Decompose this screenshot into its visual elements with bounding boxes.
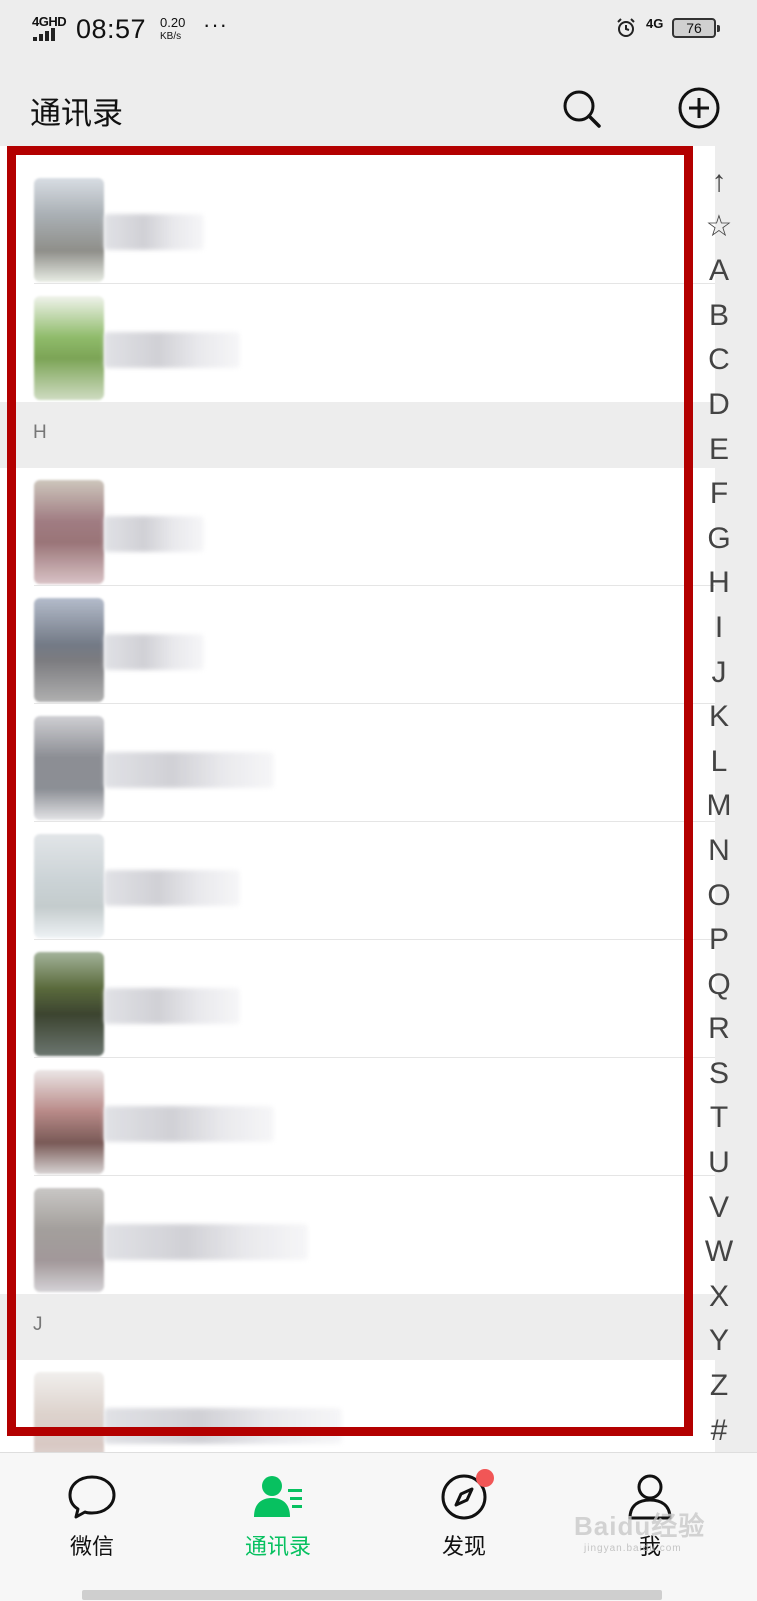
contact-row[interactable] (0, 586, 715, 704)
index-letter[interactable]: R (708, 1007, 730, 1052)
index-letter[interactable]: L (711, 740, 728, 785)
top-bar: 通讯录 (0, 60, 757, 146)
contacts-icon (254, 1476, 302, 1517)
tab-discover[interactable]: 发现 (404, 1469, 524, 1561)
more-notifications-icon: ··· (203, 12, 228, 37)
index-letter[interactable]: P (709, 918, 729, 963)
battery-icon: 76 (672, 18, 720, 38)
section-header: H (0, 402, 715, 468)
tab-contacts[interactable]: 通讯录 (218, 1471, 338, 1561)
index-letter[interactable]: A (709, 249, 729, 294)
section-header: J (0, 1294, 715, 1360)
avatar (34, 952, 104, 1056)
blurred-contact-name (104, 1408, 342, 1444)
contact-row[interactable] (0, 1176, 715, 1294)
index-letter[interactable]: Q (707, 963, 730, 1008)
signal-icon (33, 28, 55, 41)
index-letter[interactable]: ☆ (706, 205, 733, 250)
clock: 08:57 (76, 14, 147, 44)
avatar (34, 716, 104, 820)
avatar (34, 296, 104, 400)
watermark-brand: Baidu经验 (574, 1511, 706, 1541)
search-icon[interactable] (560, 87, 604, 131)
tab-chats[interactable]: 微信 (32, 1471, 152, 1561)
index-letter[interactable]: U (708, 1141, 730, 1186)
avatar (34, 834, 104, 938)
blurred-contact-name (104, 1106, 274, 1142)
blurred-contact-name (104, 516, 204, 552)
blurred-contact-name (104, 214, 204, 250)
contact-row[interactable] (0, 1058, 715, 1176)
alphabet-index[interactable]: ↑ ☆ A B C D E F G H I J K L M N O P Q R S T U V W X Y Z # (698, 160, 740, 1453)
blurred-contact-name (104, 870, 240, 906)
chat-bubble-icon (68, 1475, 116, 1519)
index-letter[interactable]: C (708, 338, 730, 383)
watermark-url: jingyan.baidu.com (584, 1543, 682, 1554)
notification-dot (476, 1469, 494, 1487)
index-letter[interactable]: E (709, 428, 729, 473)
contact-row[interactable] (0, 166, 715, 284)
blurred-contact-name (104, 1224, 308, 1260)
tab-label: 发现 (441, 1534, 486, 1559)
index-letter[interactable]: H (708, 561, 730, 606)
index-letter[interactable]: G (707, 517, 730, 562)
index-letter[interactable]: B (709, 294, 729, 339)
watermark: Baidu经验 jingyan.baidu.com (574, 1506, 705, 1554)
network-indicator-right: 4G (646, 16, 664, 31)
index-letter[interactable]: T (710, 1096, 728, 1141)
avatar (34, 178, 104, 282)
index-letter[interactable]: V (709, 1186, 729, 1231)
index-letter[interactable]: X (709, 1275, 729, 1320)
avatar (34, 1188, 104, 1292)
index-letter[interactable]: Y (709, 1319, 729, 1364)
index-letter[interactable]: Z (710, 1364, 728, 1409)
index-letter[interactable]: I (715, 606, 723, 651)
index-letter[interactable]: F (710, 472, 728, 517)
status-bar: 4GHD 08:57 0.20 KB/s ··· 4G 76 (0, 0, 757, 60)
blurred-contact-name (104, 988, 240, 1024)
avatar (34, 480, 104, 584)
index-letter[interactable]: S (709, 1052, 729, 1097)
section-label-h: H (33, 422, 47, 443)
blurred-contact-name (104, 634, 204, 670)
add-icon[interactable] (676, 85, 722, 131)
index-letter[interactable]: O (707, 874, 730, 919)
index-letter[interactable]: W (705, 1230, 733, 1275)
compass-icon (438, 1469, 494, 1523)
contact-row[interactable] (0, 284, 715, 402)
speed-value: 0.20 (160, 15, 186, 30)
network-speed: 0.20 KB/s (160, 16, 185, 44)
index-letter[interactable]: # (711, 1409, 728, 1454)
avatar (34, 1070, 104, 1174)
contact-row[interactable] (0, 940, 715, 1058)
section-label-j: J (33, 1314, 43, 1335)
page-title: 通讯录 (30, 96, 123, 131)
home-indicator (82, 1590, 662, 1600)
alarm-icon (617, 18, 635, 37)
contact-list[interactable]: H J (0, 146, 715, 1486)
index-letter[interactable]: K (709, 695, 729, 740)
index-letter[interactable]: N (708, 829, 730, 874)
index-letter[interactable]: ↑ (712, 160, 727, 205)
contact-row[interactable] (0, 468, 715, 586)
index-letter[interactable]: D (708, 383, 730, 428)
speed-unit: KB/s (160, 31, 182, 42)
contact-row[interactable] (0, 822, 715, 940)
contact-row[interactable] (0, 704, 715, 822)
blurred-contact-name (104, 332, 240, 368)
index-letter[interactable]: J (712, 651, 727, 696)
avatar (34, 598, 104, 702)
index-letter[interactable]: M (707, 784, 732, 829)
tab-label: 微信 (69, 1534, 114, 1559)
network-indicator: 4GHD (32, 14, 67, 29)
blurred-contact-name (104, 752, 274, 788)
tab-label: 通讯录 (244, 1534, 311, 1559)
